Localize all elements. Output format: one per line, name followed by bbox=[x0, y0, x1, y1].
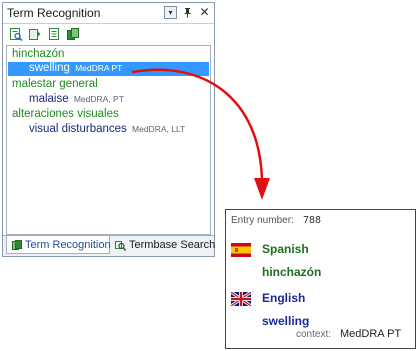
term-text-spanish: hinchazón bbox=[262, 265, 322, 279]
uk-flag-icon bbox=[230, 290, 252, 308]
entry-number-value: 788 bbox=[303, 215, 322, 226]
spain-flag-icon bbox=[231, 243, 251, 257]
term-detail-popup: Entry number: 788 Spanish hinchazón Engl… bbox=[225, 209, 416, 349]
context-label: context: bbox=[296, 329, 332, 340]
context-value: MedDRA PT bbox=[340, 328, 402, 340]
entry-number-label: Entry number: bbox=[231, 215, 294, 226]
term-text-english: swelling bbox=[262, 314, 310, 328]
language-label-spanish: Spanish bbox=[262, 242, 309, 256]
screenshot-stage: Term Recognition ▾ ✕ hinchazón swelling … bbox=[0, 0, 418, 351]
language-label-english: English bbox=[262, 291, 306, 305]
